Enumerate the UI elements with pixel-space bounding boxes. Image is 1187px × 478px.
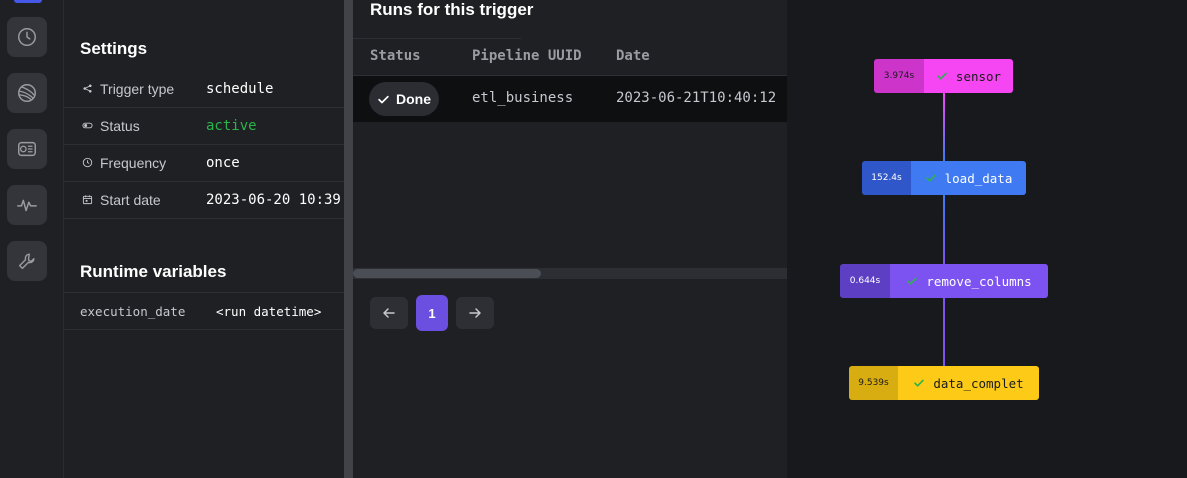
rail-history-button[interactable] <box>7 17 47 57</box>
rail-monitor-button[interactable] <box>7 185 47 225</box>
graph-node-data-complet[interactable]: 9.539s data_complet <box>849 366 1039 400</box>
graph-edge <box>943 195 945 264</box>
settings-row-trigger-type: Trigger type schedule <box>64 70 344 108</box>
settings-label: Start date <box>100 191 161 208</box>
rail-backfills-button[interactable] <box>7 129 47 169</box>
pipeline-uuid-cell: etl_business <box>472 90 574 106</box>
graph-edge <box>943 298 945 366</box>
node-body: load_data <box>911 161 1026 195</box>
settings-label: Status <box>100 117 140 134</box>
status-value: active <box>206 117 257 134</box>
previous-page-button[interactable] <box>370 297 408 329</box>
scrollbar-thumb[interactable] <box>353 269 541 278</box>
variable-row: execution_date <run datetime> <box>64 292 344 330</box>
runs-title: Runs for this trigger <box>370 0 534 19</box>
node-label: remove_columns <box>926 273 1032 289</box>
status-badge-label: Done <box>396 91 431 107</box>
runs-panel: Runs for this trigger Status Pipeline UU… <box>353 0 787 478</box>
planet-icon <box>18 84 36 102</box>
dependency-graph: 3.974s sensor 152.4s load_data 0.644s re… <box>787 0 1187 478</box>
toggle-icon <box>81 120 93 132</box>
settings-value: once <box>206 154 240 171</box>
rail-settings-button[interactable] <box>7 241 47 281</box>
settings-label: Frequency <box>100 154 167 171</box>
variable-key: execution_date <box>80 303 186 319</box>
panel-resize-handle[interactable] <box>344 0 353 478</box>
node-duration: 9.539s <box>849 366 898 400</box>
current-page-button[interactable]: 1 <box>416 295 448 331</box>
node-label: sensor <box>955 68 1002 84</box>
status-badge: Done <box>369 82 439 116</box>
calendar-icon <box>81 194 93 206</box>
node-body: remove_columns <box>890 264 1048 298</box>
check-icon <box>914 379 925 387</box>
check-icon <box>378 95 389 103</box>
pulse-icon <box>17 199 37 212</box>
column-header-pipeline-uuid: Pipeline UUID <box>472 48 582 64</box>
settings-panel: Settings Trigger type schedule Status ac… <box>64 0 344 478</box>
settings-value: schedule <box>206 80 274 97</box>
arrow-right-icon <box>469 308 481 318</box>
next-page-button[interactable] <box>456 297 494 329</box>
clock-icon <box>81 157 93 169</box>
navigation-rail <box>0 0 64 478</box>
share-icon <box>81 83 93 95</box>
column-header-status: Status <box>370 48 421 64</box>
node-body: sensor <box>924 59 1013 93</box>
check-icon <box>907 277 918 285</box>
settings-row-start-date: Start date 2023-06-20 10:39 <box>64 181 344 219</box>
graph-node-remove-columns[interactable]: 0.644s remove_columns <box>840 264 1048 298</box>
settings-label: Trigger type <box>100 80 175 97</box>
graph-node-sensor[interactable]: 3.974s sensor <box>874 59 1013 93</box>
arrow-left-icon <box>383 308 395 318</box>
check-icon <box>925 174 936 182</box>
settings-row-status: Status active <box>64 107 344 145</box>
horizontal-scrollbar[interactable] <box>353 268 787 279</box>
node-duration: 3.974s <box>874 59 924 93</box>
node-label: load_data <box>944 170 1013 186</box>
settings-value: 2023-06-20 10:39 <box>206 191 341 208</box>
variable-value: <run datetime> <box>216 303 322 319</box>
column-header-date: Date <box>616 48 650 64</box>
rail-triggers-button[interactable] <box>7 73 47 113</box>
table-row[interactable]: Done etl_business 2023-06-21T10:40:12 <box>353 76 787 122</box>
graph-node-load-data[interactable]: 152.4s load_data <box>862 161 1026 195</box>
terminal-reel-icon <box>18 141 36 157</box>
runtime-variables-title: Runtime variables <box>80 262 227 281</box>
check-icon <box>937 72 947 80</box>
settings-title: Settings <box>80 39 148 58</box>
runs-table-header: Status Pipeline UUID Date <box>353 39 787 76</box>
node-body: data_complet <box>898 366 1039 400</box>
clock-icon <box>18 28 36 46</box>
graph-edge <box>943 93 945 161</box>
date-cell: 2023-06-21T10:40:12 <box>616 90 777 106</box>
node-duration: 0.644s <box>840 264 890 298</box>
node-duration: 152.4s <box>862 161 911 195</box>
node-label: data_complet <box>933 375 1024 391</box>
rail-active-indicator <box>14 0 42 3</box>
wrench-icon <box>18 253 35 270</box>
settings-row-frequency: Frequency once <box>64 144 344 182</box>
